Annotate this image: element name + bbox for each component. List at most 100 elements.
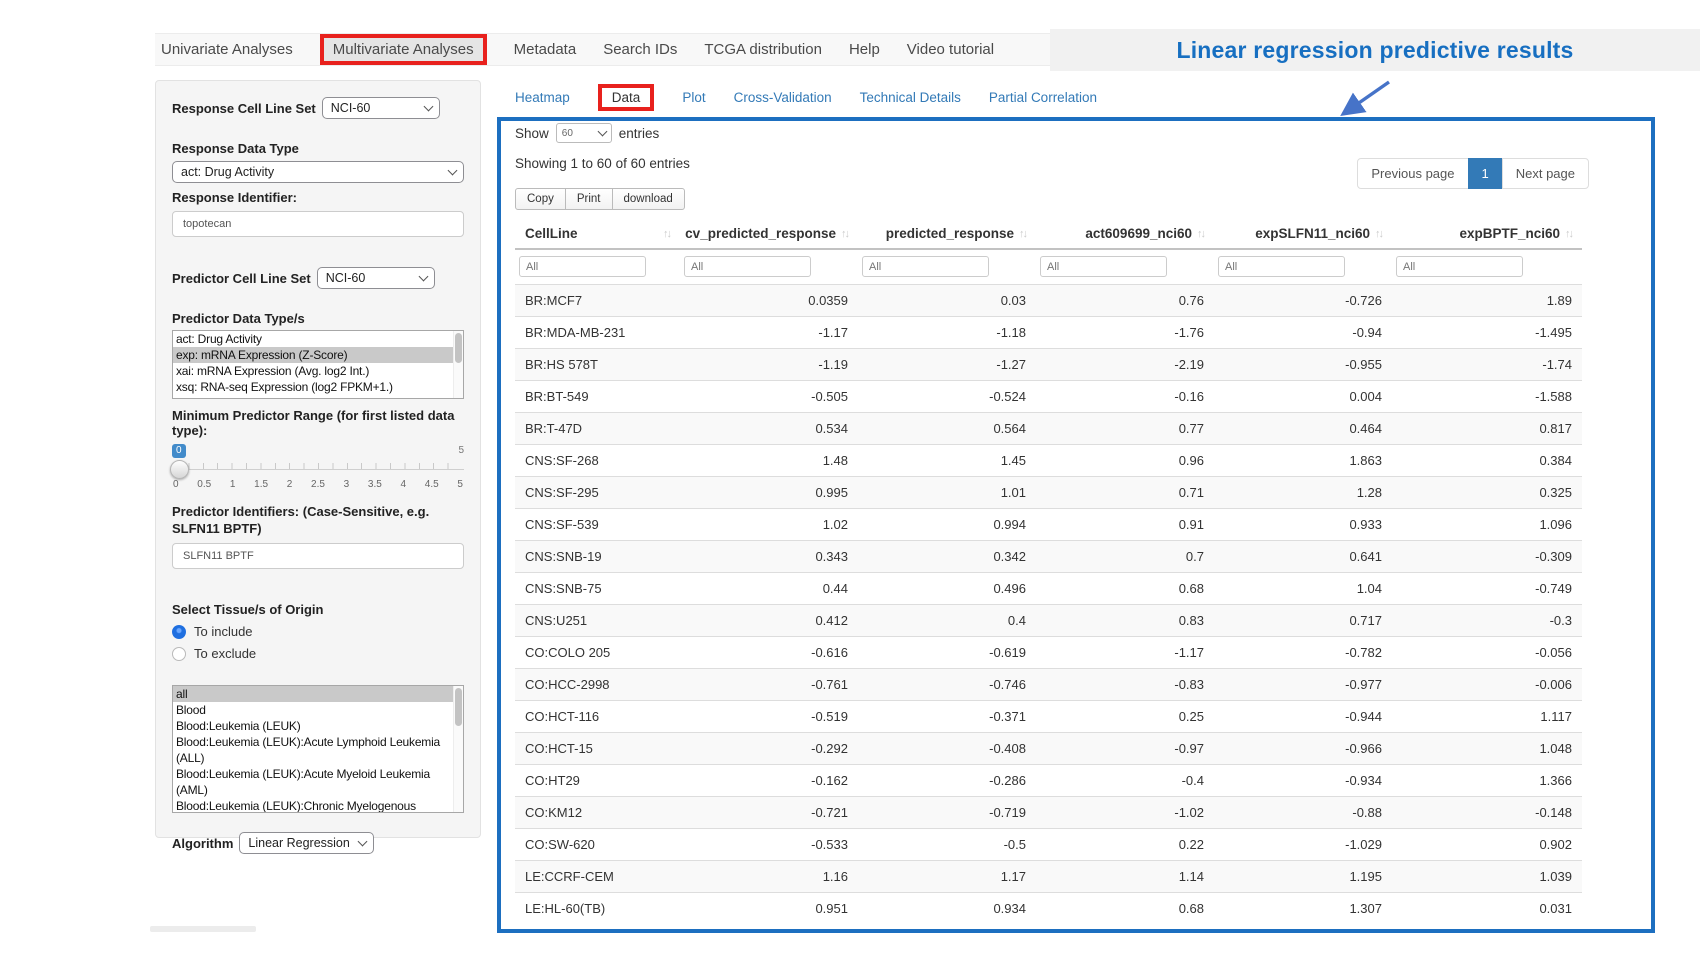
filter-input-expslfn11-nci60[interactable] [1218,256,1345,277]
download-button[interactable]: download [612,188,685,210]
tab-partial-correlation[interactable]: Partial Correlation [989,90,1097,105]
slider-tick-label: 3 [344,479,350,490]
table-row[interactable]: BR:HS 578T-1.19-1.27-2.19-0.955-1.74 [515,349,1582,381]
sort-arrows-icon[interactable]: ↑↓ [1019,228,1026,240]
slider-handle[interactable] [170,460,189,479]
scrollbar-thumb[interactable] [455,333,462,363]
previous-page-button[interactable]: Previous page [1357,158,1468,189]
table-row[interactable]: CO:HCT-15-0.292-0.408-0.97-0.9661.048 [515,733,1582,765]
radio-to-exclude[interactable]: To exclude [172,646,464,661]
table-row[interactable]: CO:HCT-116-0.519-0.3710.25-0.9441.117 [515,701,1582,733]
next-page-button[interactable]: Next page [1502,158,1589,189]
value-cell: 1.17 [858,861,1036,893]
table-row[interactable]: BR:T-47D0.5340.5640.770.4640.817 [515,413,1582,445]
filter-input-expbptf-nci60[interactable] [1396,256,1523,277]
table-row[interactable]: LE:HL-60(TB)0.9510.9340.681.3070.031 [515,893,1582,925]
sort-arrows-icon[interactable]: ↑↓ [841,228,848,240]
table-row[interactable]: CNS:SF-2950.9951.010.711.280.325 [515,477,1582,509]
tab-technical-details[interactable]: Technical Details [860,90,961,105]
column-header-cv-predicted-response[interactable]: cv_predicted_response↑↓ [680,218,858,249]
filter-input-cellline[interactable] [519,256,646,277]
tissue-listbox[interactable]: allBloodBlood:Leukemia (LEUK)Blood:Leuke… [172,685,464,813]
tab-plot[interactable]: Plot [682,90,705,105]
column-header-act609699-nci60[interactable]: act609699_nci60↑↓ [1036,218,1214,249]
response-identifier-input[interactable] [172,211,464,237]
nav-item-metadata[interactable]: Metadata [514,41,577,58]
option-exp-mrna-expression-z-score[interactable]: exp: mRNA Expression (Z-Score) [173,347,463,363]
value-cell: 1.366 [1392,765,1582,797]
column-header-expbptf-nci60[interactable]: expBPTF_nci60↑↓ [1392,218,1582,249]
tab-data[interactable]: Data [598,84,655,111]
column-header-expslfn11-nci60[interactable]: expSLFN11_nci60↑↓ [1214,218,1392,249]
value-cell: 1.48 [680,445,858,477]
value-cell: 0.325 [1392,477,1582,509]
sort-arrows-icon[interactable]: ↑↓ [1565,228,1572,240]
option-blood-leukemia-leuk-chronic-myelogenous-leukemia-cml[interactable]: Blood:Leukemia (LEUK):Chronic Myelogenou… [173,798,463,813]
print-button[interactable]: Print [565,188,613,210]
filter-input-act609699-nci60[interactable] [1040,256,1167,277]
response-cell-line-set-select[interactable]: NCI-60 [322,97,440,119]
min-predictor-range-slider[interactable]: 0 5 00.511.522.533.544.55 [172,443,464,490]
scrollbar-track[interactable] [453,686,463,812]
filter-input-predicted-response[interactable] [862,256,989,277]
nav-item-video-tutorial[interactable]: Video tutorial [907,41,994,58]
table-row[interactable]: LE:CCRF-CEM1.161.171.141.1951.039 [515,861,1582,893]
table-row[interactable]: BR:BT-549-0.505-0.524-0.160.004-1.588 [515,381,1582,413]
table-row[interactable]: CNS:SNB-190.3430.3420.70.641-0.309 [515,541,1582,573]
table-row[interactable]: CO:SW-620-0.533-0.50.22-1.0290.902 [515,829,1582,861]
table-row[interactable]: CO:HCC-2998-0.761-0.746-0.83-0.977-0.006 [515,669,1582,701]
nav-item-search-ids[interactable]: Search IDs [603,41,677,58]
cell-line-cell: LE:HL-60(TB) [515,893,680,925]
predictor-identifiers-input[interactable] [172,543,464,569]
table-row[interactable]: CNS:SNB-750.440.4960.681.04-0.749 [515,573,1582,605]
column-header-predicted-response[interactable]: predicted_response↑↓ [858,218,1036,249]
page-number-button[interactable]: 1 [1468,158,1503,189]
response-data-type-select[interactable]: act: Drug Activity [172,161,464,183]
option-act-drug-activity[interactable]: act: Drug Activity [173,331,463,347]
table-row[interactable]: CNS:U2510.4120.40.830.717-0.3 [515,605,1582,637]
show-entries-select[interactable]: 60 [556,123,612,143]
filter-cell-act609699-nci60 [1036,249,1214,285]
table-row[interactable]: CO:COLO 205-0.616-0.619-1.17-0.782-0.056 [515,637,1582,669]
table-row[interactable]: CO:HT29-0.162-0.286-0.4-0.9341.366 [515,765,1582,797]
value-cell: 1.096 [1392,509,1582,541]
predictor-data-types-listbox[interactable]: act: Drug Activityexp: mRNA Expression (… [172,330,464,399]
value-cell: 0.0359 [680,285,858,317]
option-blood[interactable]: Blood [173,702,463,718]
value-cell: -0.286 [858,765,1036,797]
sort-arrows-icon[interactable]: ↑↓ [663,228,670,240]
option-all[interactable]: all [173,686,463,702]
option-blood-leukemia-leuk[interactable]: Blood:Leukemia (LEUK) [173,718,463,734]
tab-cross-validation[interactable]: Cross-Validation [734,90,832,105]
nav-item-help[interactable]: Help [849,41,880,58]
scrollbar-thumb[interactable] [455,688,462,726]
scrollbar-track[interactable] [453,331,463,398]
option-blood-leukemia-leuk-acute-lymphoid-leukemia-all[interactable]: Blood:Leukemia (LEUK):Acute Lymphoid Leu… [173,734,463,766]
filter-input-cv-predicted-response[interactable] [684,256,811,277]
algorithm-select[interactable]: Linear Regression [239,832,373,854]
sort-arrows-icon[interactable]: ↑↓ [1197,228,1204,240]
table-row[interactable]: CNS:SF-2681.481.450.961.8630.384 [515,445,1582,477]
nav-item-multivariate-analyses[interactable]: Multivariate Analyses [320,34,487,65]
cell-line-cell: CNS:U251 [515,605,680,637]
option-xsq-rna-seq-expression-log2-fpkm-1[interactable]: xsq: RNA-seq Expression (log2 FPKM+1.) [173,379,463,395]
radio-to-include[interactable]: To include [172,624,464,639]
radio-button-icon[interactable] [172,625,186,639]
value-cell: 1.01 [858,477,1036,509]
sort-arrows-icon[interactable]: ↑↓ [1375,228,1382,240]
column-header-cellline[interactable]: CellLine↑↓ [515,218,680,249]
show-entries-suffix: entries [619,126,660,141]
option-blood-leukemia-leuk-acute-myeloid-leukemia-aml[interactable]: Blood:Leukemia (LEUK):Acute Myeloid Leuk… [173,766,463,798]
table-row[interactable]: CO:KM12-0.721-0.719-1.02-0.88-0.148 [515,797,1582,829]
table-row[interactable]: BR:MDA-MB-231-1.17-1.18-1.76-0.94-1.495 [515,317,1582,349]
predictor-cell-line-set-select[interactable]: NCI-60 [317,267,435,289]
nav-item-univariate-analyses[interactable]: Univariate Analyses [161,41,293,58]
radio-button-icon[interactable] [172,647,186,661]
tab-heatmap[interactable]: Heatmap [515,90,570,105]
table-row[interactable]: BR:MCF70.03590.030.76-0.7261.89 [515,285,1582,317]
app-window: Univariate Analyses Multivariate Analyses… [0,0,1700,956]
nav-item-tcga-distribution[interactable]: TCGA distribution [704,41,822,58]
table-row[interactable]: CNS:SF-5391.020.9940.910.9331.096 [515,509,1582,541]
copy-button[interactable]: Copy [515,188,566,210]
option-xai-mrna-expression-avg-log2-int[interactable]: xai: mRNA Expression (Avg. log2 Int.) [173,363,463,379]
